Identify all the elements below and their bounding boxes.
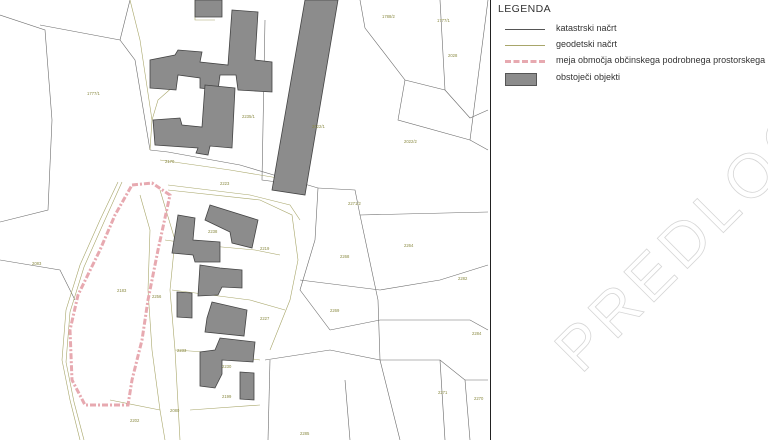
watermark-text: PREDLOG: [542, 92, 768, 385]
parcel-label: 2270: [474, 396, 484, 401]
parcel-label: 2219: [260, 246, 270, 251]
legend-item-cadastral: katastrski načrt: [491, 23, 768, 37]
parcel-label: 2022/2: [404, 139, 417, 144]
map-area: 1788/2 1777/1 2028 1777/1 2235/1 2022/1 …: [0, 0, 490, 440]
parcel-label: 2183: [117, 288, 127, 293]
existing-buildings: [149, 0, 339, 401]
parcel-label: 2238: [208, 229, 218, 234]
building: [197, 264, 243, 297]
legend-item-buildings: obstoječi objekti: [491, 72, 768, 86]
parcel-label: 2285: [300, 431, 310, 436]
legend-item-label: meja območja občinskega podrobnega prost…: [556, 55, 768, 65]
parcel-label: 1777/1: [437, 18, 450, 23]
cadastral-map: 1788/2 1777/1 2028 1777/1 2235/1 2022/1 …: [0, 0, 489, 440]
building: [271, 0, 339, 196]
parcel-label: 1777/1: [87, 91, 100, 96]
parcel-label: 1788/2: [382, 14, 395, 19]
parcel-label: 2284: [472, 331, 482, 336]
parcel-label: 2223: [220, 181, 230, 186]
building: [149, 9, 273, 93]
parcel-label: 2170: [165, 159, 175, 164]
legend-item-boundary: meja območja občinskega podrobnega prost…: [491, 55, 768, 69]
parcel-label: 2227: [260, 316, 270, 321]
building: [204, 301, 248, 337]
building: [152, 84, 236, 156]
parcel-label: 2202: [130, 418, 140, 423]
grey-box-swatch: [505, 73, 537, 86]
parcel-label: 2230: [222, 364, 232, 369]
parcel-label: 2028: [448, 53, 458, 58]
parcel-label: 2083: [32, 261, 42, 266]
legend-item-label: obstoječi objekti: [556, 72, 621, 82]
parcel-label: 2282: [458, 276, 468, 281]
parcel-label: 2271/2: [348, 201, 361, 206]
legend-item-geodetic: geodetski načrt: [491, 39, 768, 53]
thin-olive-line-swatch: [505, 45, 545, 46]
parcel-label: 2022/1: [312, 124, 325, 129]
parcel-label: 2235/1: [242, 114, 255, 119]
parcel-label: 2268: [340, 254, 350, 259]
legend-item-label: katastrski načrt: [556, 23, 617, 33]
parcel-label: 2264: [404, 243, 414, 248]
building: [194, 0, 223, 18]
pink-dash-dot-line-swatch: [505, 60, 545, 63]
parcel-label: 2199: [222, 394, 232, 399]
building: [176, 291, 193, 319]
legend-title: LEGENDA: [498, 3, 551, 15]
parcel-label: 2080: [170, 408, 180, 413]
parcel-label: 2256: [152, 294, 162, 299]
parcel-label: 2233: [177, 348, 187, 353]
parcel-label: 2271: [438, 390, 448, 395]
legend-panel: PREDLOG LEGENDA katastrski načrt geodets…: [490, 0, 768, 440]
legend-item-label: geodetski načrt: [556, 39, 618, 49]
building: [239, 371, 255, 401]
thin-dark-line-swatch: [505, 29, 545, 30]
parcel-label: 2269: [330, 308, 340, 313]
